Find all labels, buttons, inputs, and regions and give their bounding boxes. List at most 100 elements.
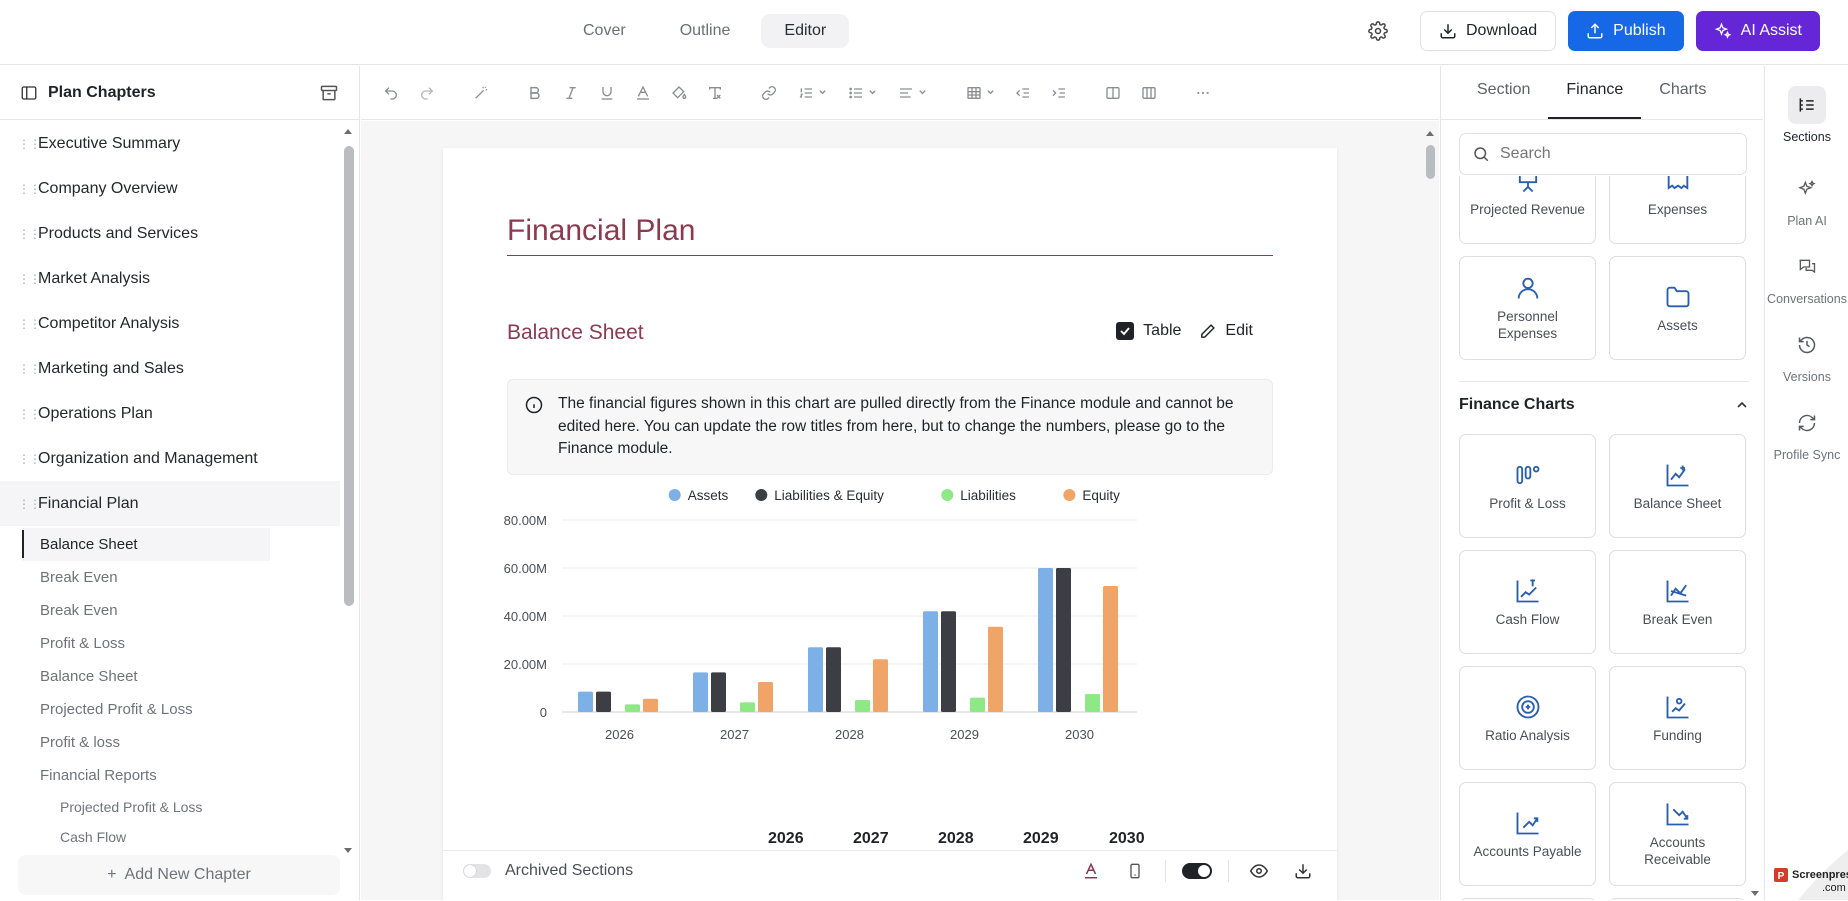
edit-button[interactable]: Edit: [1199, 322, 1253, 340]
text-color-icon[interactable]: [625, 76, 661, 110]
drag-handle-icon[interactable]: ⋮⋮: [18, 182, 30, 196]
align-dropdown[interactable]: [887, 76, 937, 110]
projected-revenue-card[interactable]: Projected Revenue: [1459, 176, 1596, 244]
chapter-item[interactable]: ⋮⋮Marketing and Sales: [0, 346, 340, 391]
tab-charts[interactable]: Charts: [1641, 66, 1724, 119]
italic-icon[interactable]: [553, 76, 589, 110]
ratio-analysis-card[interactable]: Ratio Analysis: [1459, 666, 1596, 770]
drag-handle-icon[interactable]: ⋮⋮: [18, 407, 30, 421]
highlight-icon[interactable]: [661, 76, 697, 110]
rail-conversations[interactable]: Conversations: [1765, 248, 1848, 306]
drag-handle-icon[interactable]: ⋮⋮: [18, 272, 30, 286]
rail-plan-ai[interactable]: Plan AI: [1765, 170, 1848, 228]
link-icon[interactable]: [751, 76, 787, 110]
sub-item[interactable]: Projected Profit & Loss: [22, 693, 340, 726]
undo-icon[interactable]: [373, 76, 409, 110]
assets-card[interactable]: Assets: [1609, 256, 1746, 360]
scroll-up-icon[interactable]: [1423, 127, 1437, 139]
rail-profile-sync[interactable]: Profile Sync: [1765, 404, 1848, 462]
sidebar-panel-icon[interactable]: [20, 84, 38, 102]
sub-item[interactable]: Financial Reports: [22, 759, 340, 792]
publish-button[interactable]: Publish: [1568, 11, 1683, 51]
editor-scrollbar[interactable]: [1423, 121, 1437, 900]
chapter-item[interactable]: ⋮⋮Company Overview: [0, 166, 340, 211]
mobile-preview-icon[interactable]: [1121, 857, 1149, 885]
tab-cover[interactable]: Cover: [560, 14, 649, 48]
document-title[interactable]: Financial Plan: [507, 214, 1273, 256]
cash-flow-card[interactable]: Cash Flow: [1459, 550, 1596, 654]
clear-format-icon[interactable]: [697, 76, 733, 110]
archived-sections-toggle[interactable]: [463, 864, 491, 878]
scrollbar-thumb[interactable]: [1426, 145, 1435, 179]
scroll-up-icon[interactable]: [342, 126, 354, 136]
accounts-payable-card[interactable]: Accounts Payable: [1459, 782, 1596, 886]
chapter-item-financial-plan[interactable]: ⋮⋮Financial Plan: [0, 481, 340, 526]
columns-three-icon[interactable]: [1131, 76, 1167, 110]
chapter-item[interactable]: ⋮⋮Products and Services: [0, 211, 340, 256]
tab-outline[interactable]: Outline: [657, 14, 754, 48]
funding-card[interactable]: Funding: [1609, 666, 1746, 770]
table-dropdown[interactable]: [955, 76, 1005, 110]
sub-item[interactable]: Profit & Loss: [22, 627, 340, 660]
sub-item[interactable]: Profit & loss: [22, 726, 340, 759]
underline-icon[interactable]: [589, 76, 625, 110]
sidebar-scrollbar[interactable]: [342, 126, 354, 836]
tab-editor[interactable]: Editor: [761, 14, 849, 48]
ai-assist-button[interactable]: AI Assist: [1696, 11, 1820, 51]
break-even-card[interactable]: Break Even: [1609, 550, 1746, 654]
sub-sub-item[interactable]: Cash Flow: [22, 822, 340, 852]
chevron-up-icon[interactable]: [1735, 398, 1749, 412]
search-input[interactable]: [1500, 145, 1730, 163]
finance-charts-header[interactable]: Finance Charts: [1459, 396, 1749, 414]
ordered-list-dropdown[interactable]: [787, 76, 837, 110]
personnel-expenses-card[interactable]: Personnel Expenses: [1459, 256, 1596, 360]
expenses-card[interactable]: Expenses: [1609, 176, 1746, 244]
panel-scrollbar[interactable]: [1748, 66, 1762, 900]
sub-item[interactable]: Break Even: [22, 594, 340, 627]
redo-icon[interactable]: [409, 76, 445, 110]
sub-item[interactable]: Balance Sheet: [22, 660, 340, 693]
chapter-item[interactable]: ⋮⋮Competitor Analysis: [0, 301, 340, 346]
accounts-receivable-card[interactable]: Accounts Receivable: [1609, 782, 1746, 886]
drag-handle-icon[interactable]: ⋮⋮: [18, 362, 30, 376]
profit-loss-card[interactable]: Profit & Loss: [1459, 434, 1596, 538]
chapter-item[interactable]: ⋮⋮Executive Summary: [0, 121, 340, 166]
export-download-icon[interactable]: [1289, 857, 1317, 885]
chapter-item[interactable]: ⋮⋮Operations Plan: [0, 391, 340, 436]
magic-wand-icon[interactable]: [463, 76, 499, 110]
columns-two-icon[interactable]: [1095, 76, 1131, 110]
archive-icon[interactable]: [319, 83, 339, 103]
rail-versions[interactable]: Versions: [1765, 326, 1848, 384]
sub-sub-item[interactable]: Projected Profit & Loss: [22, 792, 340, 822]
chapter-item[interactable]: ⋮⋮Organization and Management: [0, 436, 340, 481]
drag-handle-icon[interactable]: ⋮⋮: [18, 137, 30, 151]
download-button[interactable]: Download: [1420, 11, 1556, 51]
scroll-down-icon[interactable]: [342, 846, 354, 856]
sub-item-balance-sheet[interactable]: Balance Sheet: [22, 528, 270, 561]
bullet-list-dropdown[interactable]: [837, 76, 887, 110]
scrollbar-thumb[interactable]: [344, 146, 354, 606]
checkbox-checked-icon[interactable]: [1116, 322, 1134, 340]
theme-toggle[interactable]: [1182, 863, 1212, 879]
table-toggle[interactable]: Table: [1116, 322, 1181, 340]
section-title[interactable]: Balance Sheet: [507, 321, 644, 345]
drag-handle-icon[interactable]: ⋮⋮: [18, 497, 30, 511]
drag-handle-icon[interactable]: ⋮⋮: [18, 452, 30, 466]
rail-sections[interactable]: Sections: [1765, 86, 1848, 144]
eye-preview-icon[interactable]: [1245, 857, 1273, 885]
chapter-item[interactable]: ⋮⋮Market Analysis: [0, 256, 340, 301]
indent-icon[interactable]: [1041, 76, 1077, 110]
drag-handle-icon[interactable]: ⋮⋮: [18, 317, 30, 331]
drag-handle-icon[interactable]: ⋮⋮: [18, 227, 30, 241]
bold-icon[interactable]: [517, 76, 553, 110]
search-box[interactable]: [1459, 133, 1747, 175]
add-new-chapter-button[interactable]: + Add New Chapter: [18, 855, 340, 895]
settings-gear-icon[interactable]: [1358, 11, 1398, 51]
tab-section[interactable]: Section: [1459, 66, 1548, 119]
more-options-icon[interactable]: [1185, 76, 1221, 110]
tab-finance[interactable]: Finance: [1548, 66, 1641, 119]
outdent-icon[interactable]: [1005, 76, 1041, 110]
font-color-icon[interactable]: [1077, 857, 1105, 885]
sub-item[interactable]: Break Even: [22, 561, 340, 594]
balance-sheet-card[interactable]: Balance Sheet: [1609, 434, 1746, 538]
